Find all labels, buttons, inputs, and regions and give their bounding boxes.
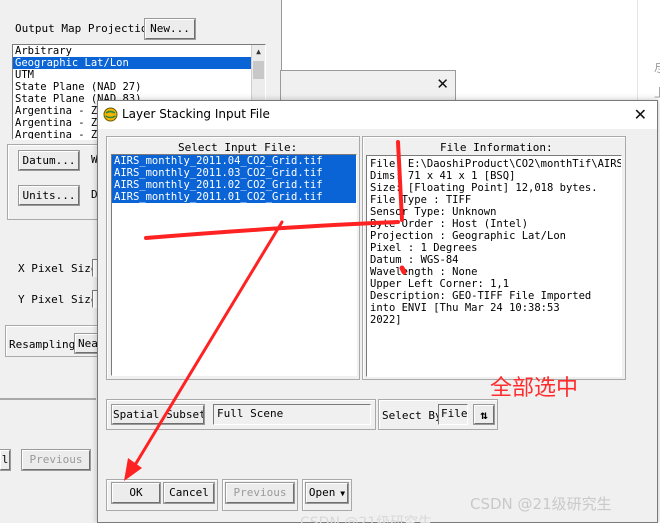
annotation-strokes bbox=[124, 140, 407, 481]
annotation-arrow-line bbox=[130, 220, 284, 472]
watermark: CSDN @21级研究生 bbox=[470, 495, 612, 513]
annotation-underline bbox=[144, 220, 400, 240]
annotation-dot bbox=[399, 265, 407, 275]
annotation-vertical-stroke bbox=[396, 140, 404, 222]
annotation-arrowhead-icon bbox=[124, 458, 142, 481]
watermark-faint: CSDN @21级研究生 bbox=[300, 515, 433, 523]
annotation-text: 全部选中 bbox=[490, 376, 579, 401]
